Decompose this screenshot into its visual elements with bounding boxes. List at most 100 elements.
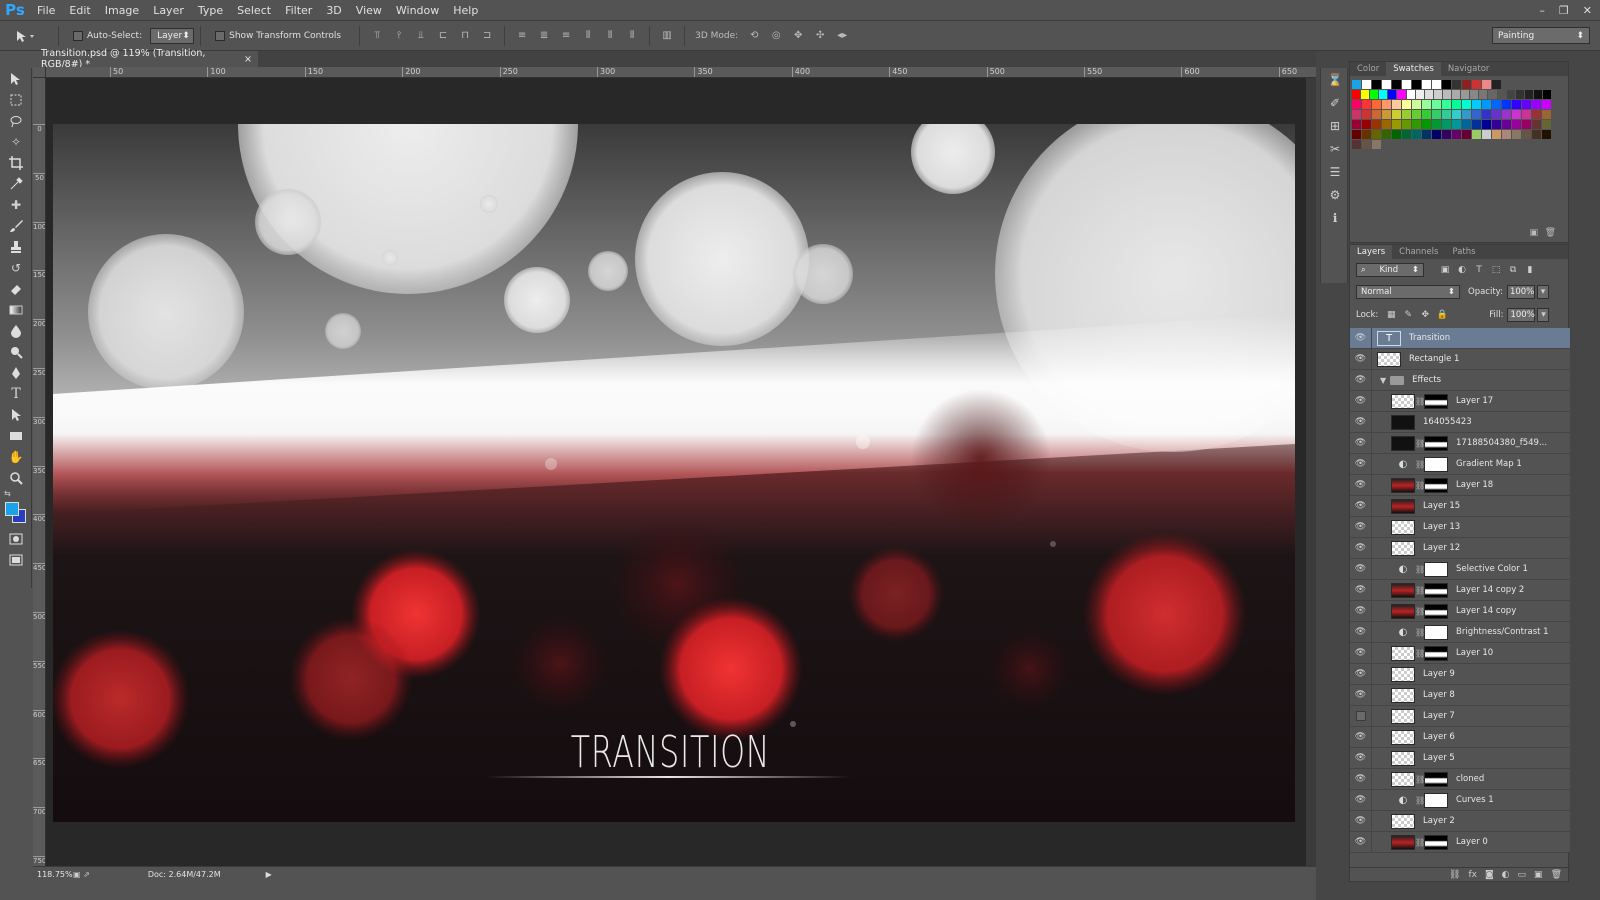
info-panel-icon[interactable]: ℹ xyxy=(1321,206,1349,229)
color-swatch[interactable] xyxy=(1492,110,1501,119)
layer-mask-thumbnail[interactable] xyxy=(1424,624,1448,640)
color-swatch[interactable] xyxy=(1372,140,1381,149)
document-canvas[interactable]: TRANSITION xyxy=(53,124,1295,822)
group-expand-icon[interactable]: ▼ xyxy=(1380,376,1386,385)
layer-row[interactable]: 👁 Layer 8 xyxy=(1350,684,1570,706)
color-swatch[interactable] xyxy=(1382,130,1391,139)
color-swatch[interactable] xyxy=(1502,110,1511,119)
color-swatch[interactable] xyxy=(1372,80,1381,89)
color-swatch[interactable] xyxy=(1352,100,1361,109)
color-swatch[interactable] xyxy=(1392,100,1401,109)
mask-link-icon[interactable]: ⛓ xyxy=(1415,460,1425,469)
color-swatch[interactable] xyxy=(1361,90,1370,99)
color-swatch[interactable] xyxy=(1533,90,1542,99)
color-swatch[interactable] xyxy=(1402,110,1411,119)
minimize-button[interactable]: – xyxy=(1539,4,1545,17)
visibility-eye-icon[interactable]: 👁 xyxy=(1350,642,1372,664)
layer-mask-thumbnail[interactable] xyxy=(1424,477,1448,493)
mask-link-icon[interactable]: ⛓ xyxy=(1415,628,1425,637)
3d-scale-icon[interactable]: ◂▸ xyxy=(834,29,850,43)
color-swatch[interactable] xyxy=(1412,120,1421,129)
color-swatch[interactable] xyxy=(1382,120,1391,129)
delete-swatch-icon[interactable]: 🗑 xyxy=(1545,228,1556,238)
type-tool-icon[interactable]: T xyxy=(0,383,32,404)
screen-mode-icon[interactable] xyxy=(0,549,32,570)
color-swatch[interactable] xyxy=(1462,130,1471,139)
fill-slider-toggle-icon[interactable]: ▾ xyxy=(1537,308,1550,322)
mask-link-icon[interactable]: ⛓ xyxy=(1415,796,1425,805)
color-swatch[interactable] xyxy=(1452,110,1461,119)
color-swatch[interactable] xyxy=(1372,110,1381,119)
mask-link-icon[interactable]: ⛓ xyxy=(1415,439,1425,448)
layer-row[interactable]: 👁 ⛓ Layer 0 xyxy=(1350,831,1570,853)
color-swatch[interactable] xyxy=(1502,130,1511,139)
color-swatch[interactable] xyxy=(1452,90,1461,99)
color-swatch[interactable] xyxy=(1462,110,1471,119)
swap-colors-icon[interactable]: ⇆ xyxy=(0,488,32,498)
color-swatch[interactable] xyxy=(1352,140,1361,149)
status-menu-arrow-icon[interactable]: ▶ xyxy=(266,870,272,879)
layer-mask-thumbnail[interactable] xyxy=(1424,393,1448,409)
visibility-eye-icon[interactable]: 👁 xyxy=(1350,579,1372,601)
color-swatch[interactable] xyxy=(1462,120,1471,129)
color-swatch[interactable] xyxy=(1522,120,1531,129)
add-mask-icon[interactable]: ◙ xyxy=(1485,870,1494,880)
distribute-left-icon[interactable]: ⦀ xyxy=(580,29,596,43)
path-selection-tool-icon[interactable] xyxy=(0,404,32,425)
menu-window[interactable]: Window xyxy=(389,0,446,21)
color-swatch[interactable] xyxy=(1532,130,1541,139)
eraser-tool-icon[interactable] xyxy=(0,278,32,299)
visibility-eye-icon[interactable]: 👁 xyxy=(1350,663,1372,685)
color-swatch[interactable] xyxy=(1512,120,1521,129)
color-swatch[interactable] xyxy=(1412,130,1421,139)
color-swatch[interactable] xyxy=(1397,90,1406,99)
layer-row[interactable]: 👁 Layer 9 xyxy=(1350,663,1570,685)
color-swatch[interactable] xyxy=(1542,90,1552,99)
color-swatch[interactable] xyxy=(1472,120,1481,129)
layer-row[interactable]: 👁 ▼ Effects xyxy=(1350,369,1570,391)
layer-mask-thumbnail[interactable] xyxy=(1424,792,1448,808)
visibility-eye-icon[interactable]: 👁 xyxy=(1350,474,1372,496)
color-swatch[interactable] xyxy=(1432,100,1441,109)
menu-edit[interactable]: Edit xyxy=(62,0,97,21)
color-swatch[interactable] xyxy=(1412,80,1421,89)
visibility-eye-icon[interactable]: 👁 xyxy=(1350,747,1372,769)
color-swatch[interactable] xyxy=(1379,90,1388,99)
lock-position-icon[interactable]: ✥ xyxy=(1418,309,1432,321)
color-swatch[interactable] xyxy=(1388,90,1397,99)
menu-help[interactable]: Help xyxy=(446,0,485,21)
filter-smart-object-icon[interactable]: ⧉ xyxy=(1506,264,1520,276)
lasso-tool-icon[interactable] xyxy=(0,110,32,131)
color-swatch[interactable] xyxy=(1442,80,1451,89)
color-swatch[interactable] xyxy=(1488,90,1497,99)
mask-link-icon[interactable]: ⛓ xyxy=(1415,586,1425,595)
color-swatch[interactable] xyxy=(1402,80,1411,89)
visibility-eye-icon[interactable]: 👁 xyxy=(1350,411,1372,433)
vertical-ruler[interactable]: 0 50 100 150 200 250 300 350 400 450 500 550 600 650 7… xyxy=(33,78,46,872)
color-swatch[interactable] xyxy=(1482,120,1491,129)
layer-row[interactable]: 👁 Layer 2 xyxy=(1350,810,1570,832)
color-swatch[interactable] xyxy=(1512,130,1521,139)
color-swatch[interactable] xyxy=(1462,100,1471,109)
layer-mask-thumbnail[interactable] xyxy=(1424,582,1448,598)
color-swatch[interactable] xyxy=(1352,90,1361,99)
fill-field[interactable]: 100% xyxy=(1507,308,1536,322)
brush-panel-icon[interactable]: ✐ xyxy=(1321,91,1349,114)
layer-row[interactable]: 👁 ⛓ 17188504380_f549... xyxy=(1350,432,1570,454)
new-layer-icon[interactable]: ▣ xyxy=(1534,870,1543,880)
color-swatch[interactable] xyxy=(1442,90,1452,99)
color-swatch[interactable] xyxy=(1392,120,1401,129)
color-swatch[interactable] xyxy=(1452,130,1461,139)
color-swatch[interactable] xyxy=(1422,100,1431,109)
color-swatch[interactable] xyxy=(1372,120,1381,129)
color-swatch[interactable] xyxy=(1362,110,1371,119)
color-swatch[interactable] xyxy=(1352,120,1361,129)
color-swatch[interactable] xyxy=(1442,110,1451,119)
color-picker[interactable] xyxy=(0,498,32,528)
opacity-field[interactable]: 100% xyxy=(1506,285,1535,299)
color-swatch[interactable] xyxy=(1432,130,1441,139)
brush-tool-icon[interactable] xyxy=(0,215,32,236)
lock-all-icon[interactable]: 🔒 xyxy=(1435,309,1449,321)
align-vcenter-icon[interactable]: ⫯ xyxy=(391,29,407,43)
align-hcenter-icon[interactable]: ⊓ xyxy=(457,29,473,43)
